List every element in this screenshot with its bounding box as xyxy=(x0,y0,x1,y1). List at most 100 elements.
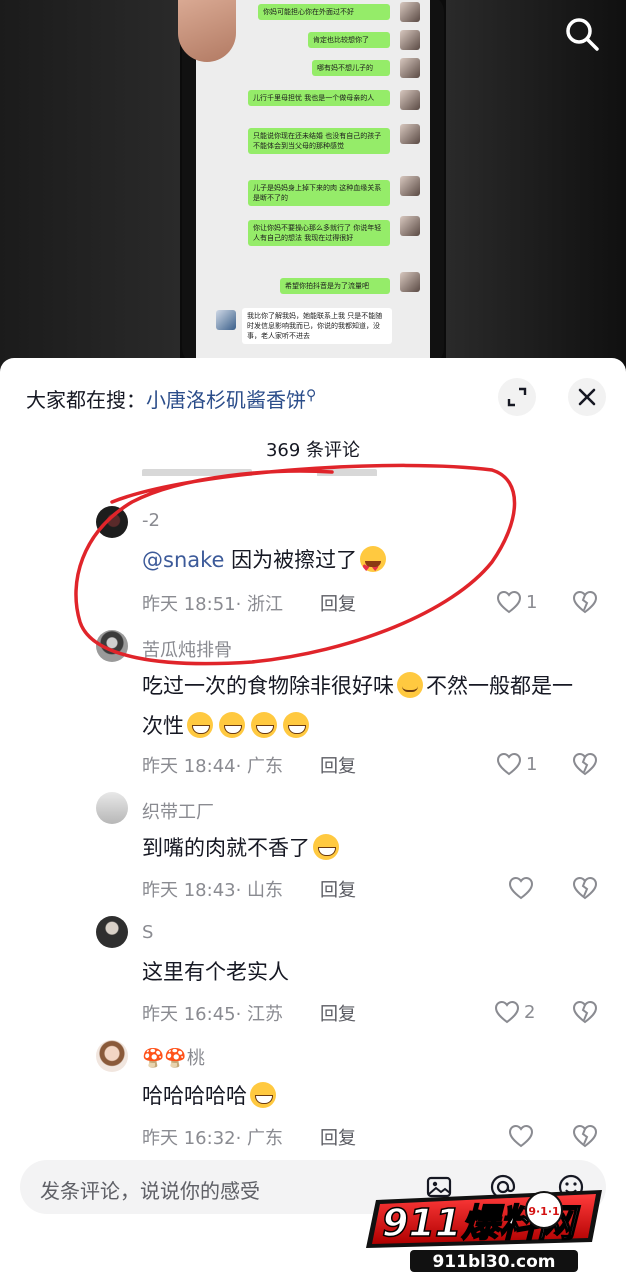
dislike-icon[interactable] xyxy=(572,590,598,614)
watermark-url: 911bl30.com xyxy=(432,1252,555,1272)
comment-count-title: 369 条评论 xyxy=(265,440,361,461)
chat-avatar xyxy=(400,90,420,110)
comment-meta: 昨天 18:44· 广东 xyxy=(142,752,283,778)
reply-button[interactable]: 回复 xyxy=(320,1000,356,1026)
finger xyxy=(178,0,236,62)
avatar[interactable] xyxy=(96,630,128,662)
comment-username[interactable]: 🍄🍄桃 xyxy=(142,1044,205,1070)
expand-button[interactable] xyxy=(498,378,536,416)
reply-button[interactable]: 回复 xyxy=(320,1124,356,1150)
close-button[interactable] xyxy=(568,378,606,416)
comment-time: 昨天 18:51 xyxy=(142,594,236,615)
dislike-icon[interactable] xyxy=(572,876,598,900)
comment-location: · 江苏 xyxy=(235,1004,284,1025)
comment-text: 吃过一次的食物除非很好味 不然一般都是一次性 xyxy=(142,666,590,746)
comment-time: 昨天 18:43 xyxy=(142,880,236,901)
video-background-left xyxy=(0,0,180,372)
comment-username-text: 桃 xyxy=(186,1048,205,1069)
chat-bubble: 你让你妈不要操心那么多就行了 你说年轻人有自己的想法 我现在过得很好 xyxy=(248,220,390,246)
avatar[interactable] xyxy=(96,506,128,538)
comment-meta: 昨天 16:32· 广东 xyxy=(142,1124,283,1150)
grin-emoji xyxy=(283,712,309,738)
comment-username[interactable]: 织带工厂 xyxy=(142,798,214,824)
comment-username[interactable]: 苦瓜炖排骨 xyxy=(142,636,232,662)
comment-meta: 昨天 18:43· 山东 xyxy=(142,876,283,902)
comment-location: · 广东 xyxy=(235,756,284,777)
reply-button[interactable]: 回复 xyxy=(320,752,356,778)
chat-bubble: 我比你了解我妈，她能联系上我 只是不能随时发信息影响我而已，你说的我都知道，没事… xyxy=(242,308,392,344)
reply-button[interactable]: 回复 xyxy=(320,876,356,902)
expand-icon xyxy=(507,387,527,407)
reply-button[interactable]: 回复 xyxy=(320,590,356,616)
comment-time: 昨天 16:45 xyxy=(142,1004,236,1025)
avatar[interactable] xyxy=(96,1040,128,1072)
like-icon[interactable] xyxy=(494,1000,520,1024)
like-count: 1 xyxy=(526,754,538,775)
grin-emoji xyxy=(219,712,245,738)
comment-meta: 昨天 16:45· 江苏 xyxy=(142,1000,283,1026)
chat-bubble: 希望你拍抖音是为了流量吧 xyxy=(280,278,390,294)
chat-avatar xyxy=(400,272,420,292)
chat-bubble: 儿子是妈妈身上掉下来的肉 这种血缘关系是断不了的 xyxy=(248,180,390,206)
chat-avatar xyxy=(400,58,420,78)
search-suggestion[interactable]: 大家都在搜：小唐洛杉矶酱香饼⚲ xyxy=(26,384,316,413)
like-count: 1 xyxy=(526,592,538,613)
comment-body: 到嘴的肉就不香了 xyxy=(142,836,310,860)
video-player[interactable]: 你妈可能担心你在外面过不好 肯定也比较想你了 哪有妈不想儿子的 儿行千里母担忧 … xyxy=(0,0,626,372)
smirk-emoji xyxy=(397,672,423,698)
comment-text: @snake 因为被擦过了 xyxy=(142,540,590,589)
video-search-button[interactable] xyxy=(562,14,602,54)
comment-body: 因为被擦过了 xyxy=(231,548,358,572)
comment-input[interactable]: 发条评论，说说你的感受 xyxy=(40,1175,260,1204)
dislike-icon[interactable] xyxy=(572,1000,598,1024)
watermark-badge: 9·1·1 xyxy=(528,1205,559,1218)
chat-bubble: 只能说你现在还未结婚 也没有自己的孩子 不能体会到当父母的那种感觉 xyxy=(248,128,390,154)
comment-location: · 广东 xyxy=(235,1128,284,1149)
sweat-grin-emoji xyxy=(313,834,339,860)
comment-text: 哈哈哈哈哈 xyxy=(142,1076,590,1116)
comment-text: 到嘴的肉就不香了 xyxy=(142,828,590,868)
grin-emoji xyxy=(187,712,213,738)
small-search-icon: ⚲ xyxy=(306,387,317,404)
chat-avatar xyxy=(400,124,420,144)
partial-comment-row xyxy=(142,462,602,476)
comment-location: · 浙江 xyxy=(235,594,284,615)
comment-location: · 山东 xyxy=(235,880,284,901)
like-icon[interactable] xyxy=(496,752,522,776)
search-suggestion-prefix: 大家都在搜： xyxy=(26,388,146,412)
chat-screenshot: 你妈可能担心你在外面过不好 肯定也比较想你了 哪有妈不想儿子的 儿行千里母担忧 … xyxy=(196,0,430,366)
mention-link[interactable]: @snake xyxy=(142,548,224,572)
comment-body: 这里有个老实人 xyxy=(142,960,289,984)
chat-avatar xyxy=(400,216,420,236)
video-background-right xyxy=(446,0,626,372)
heart-eyes-emoji xyxy=(360,546,387,589)
chat-bubble: 你妈可能担心你在外面过不好 xyxy=(258,4,390,20)
like-icon[interactable] xyxy=(508,876,534,900)
dislike-icon[interactable] xyxy=(572,752,598,776)
dislike-icon[interactable] xyxy=(572,1124,598,1148)
chat-bubble: 儿行千里母担忧 我也是一个做母亲的人 xyxy=(248,90,390,106)
comment-username[interactable]: S xyxy=(142,922,153,943)
comment-body: 吃过一次的食物除非很好味 xyxy=(142,674,394,698)
chat-avatar xyxy=(216,310,236,330)
mushroom-icon: 🍄🍄 xyxy=(142,1048,187,1069)
chat-bubble: 肯定也比较想你了 xyxy=(308,32,390,48)
grin-emoji xyxy=(251,712,277,738)
search-icon xyxy=(566,18,599,51)
comment-body: 哈哈哈哈哈 xyxy=(142,1084,247,1108)
like-icon[interactable] xyxy=(508,1124,534,1148)
comment-username[interactable]: -2 xyxy=(142,510,160,531)
chat-bubble: 哪有妈不想儿子的 xyxy=(312,60,390,76)
like-icon[interactable] xyxy=(496,590,522,614)
chat-avatar xyxy=(400,176,420,196)
comment-meta: 昨天 18:51· 浙江 xyxy=(142,590,283,616)
avatar[interactable] xyxy=(96,916,128,948)
watermark-logo: 911爆料网 9·1·1 911bl30.com xyxy=(366,1190,602,1272)
comment-list[interactable]: -2 @snake 因为被擦过了 昨天 18:51· 浙江 回复 1 苦瓜炖排骨… xyxy=(0,462,626,1150)
like-count: 2 xyxy=(524,1002,536,1023)
avatar[interactable] xyxy=(96,792,128,824)
comment-time: 昨天 18:44 xyxy=(142,756,236,777)
grin-emoji xyxy=(250,1082,276,1108)
search-suggestion-keyword[interactable]: 小唐洛杉矶酱香饼 xyxy=(146,388,306,412)
comment-time: 昨天 16:32 xyxy=(142,1128,236,1149)
